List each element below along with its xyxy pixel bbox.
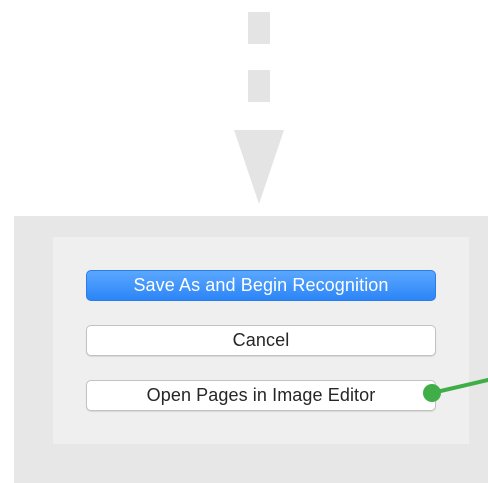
- arrow-down-icon: [234, 130, 284, 204]
- open-in-image-editor-button[interactable]: Open Pages in Image Editor: [86, 380, 436, 411]
- arrow-dash-middle: [248, 70, 270, 102]
- cancel-button[interactable]: Cancel: [86, 325, 436, 356]
- arrow-dash-top: [248, 12, 270, 44]
- save-and-recognize-button[interactable]: Save As and Begin Recognition: [86, 270, 436, 301]
